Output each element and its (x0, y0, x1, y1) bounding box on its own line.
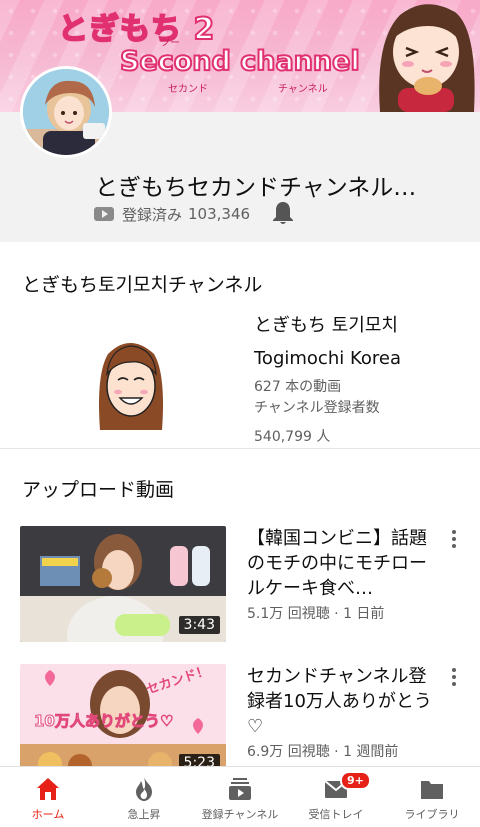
video-meta: 6.9万 回視聴 · 1 週間前 (247, 744, 399, 760)
banner-character-illustration (379, 4, 475, 112)
featured-channel-name-en: Togimochi Korea (254, 348, 401, 369)
banner-subtitle: Second channel (119, 45, 361, 78)
subscriber-count: 103,346 (188, 205, 251, 223)
nav-inbox[interactable]: 9+ 受信トレイ (288, 767, 384, 827)
video-duration: 3:43 (178, 616, 220, 634)
featured-channel-name[interactable]: とぎもち 토기모치 (254, 311, 398, 337)
nav-label: 急上昇 (127, 808, 161, 821)
more-options-icon[interactable] (447, 528, 461, 548)
notification-bell-icon[interactable] (272, 200, 294, 226)
bottom-navigation: ホーム 急上昇 登録チャンネル 9+ 受信トレイ ライブラリ (0, 766, 480, 827)
featured-subscriber-count: 540,799 人 (254, 429, 331, 445)
more-options-icon[interactable] (447, 666, 461, 686)
featured-subscriber-label: チャンネル登録者数 (254, 400, 380, 416)
channel-title: とぎもちセカンドチャンネル… (95, 175, 417, 201)
banner-ruby: チャンネル (278, 84, 328, 95)
featured-video-count: 627 本の動画 (254, 379, 342, 395)
video-title[interactable]: セカンドチャンネル登録者10万人ありがとう♡ (247, 664, 443, 739)
nav-library[interactable]: ライブラリ (384, 767, 480, 827)
nav-label: ライブラリ (404, 808, 460, 821)
video-thumbnail[interactable]: 3:43 (20, 526, 226, 642)
subscription-status: 登録済み 103,346 (94, 203, 250, 225)
featured-channel-avatar[interactable] (96, 334, 166, 434)
channel-avatar[interactable] (20, 66, 112, 158)
section-divider (0, 448, 480, 449)
inbox-badge: 9+ (340, 771, 371, 790)
youtube-icon (94, 207, 114, 221)
featured-section-title: とぎもち토기모치チャンネル (22, 274, 263, 296)
trending-icon (136, 777, 152, 801)
nav-label: 受信トレイ (308, 808, 364, 821)
home-icon (37, 778, 59, 800)
video-title[interactable]: 【韓国コンビニ】話題のモチの中にモチロールケーキ食べ… (247, 526, 443, 601)
video-thumbnail[interactable]: 10万人ありがとう♡ セカンド！ 5:23 (20, 664, 226, 780)
subscribed-label: 登録済み (122, 205, 183, 224)
nav-label: 登録チャンネル (201, 808, 279, 821)
library-icon (421, 781, 443, 799)
thumbnail-overlay-text: 10万人ありがとう♡ (34, 712, 173, 730)
nav-label: ホーム (31, 808, 65, 821)
subscriptions-icon (229, 778, 251, 800)
banner-ruby: セカンド (168, 84, 208, 95)
nav-subscriptions[interactable]: 登録チャンネル (192, 767, 288, 827)
banner-title: とぎもち 2 (57, 11, 216, 48)
nav-home[interactable]: ホーム (0, 767, 96, 827)
video-meta: 5.1万 回視聴 · 1 日前 (247, 606, 385, 622)
uploads-section-title: アップロード動画 (22, 479, 175, 501)
nav-trending[interactable]: 急上昇 (96, 767, 192, 827)
